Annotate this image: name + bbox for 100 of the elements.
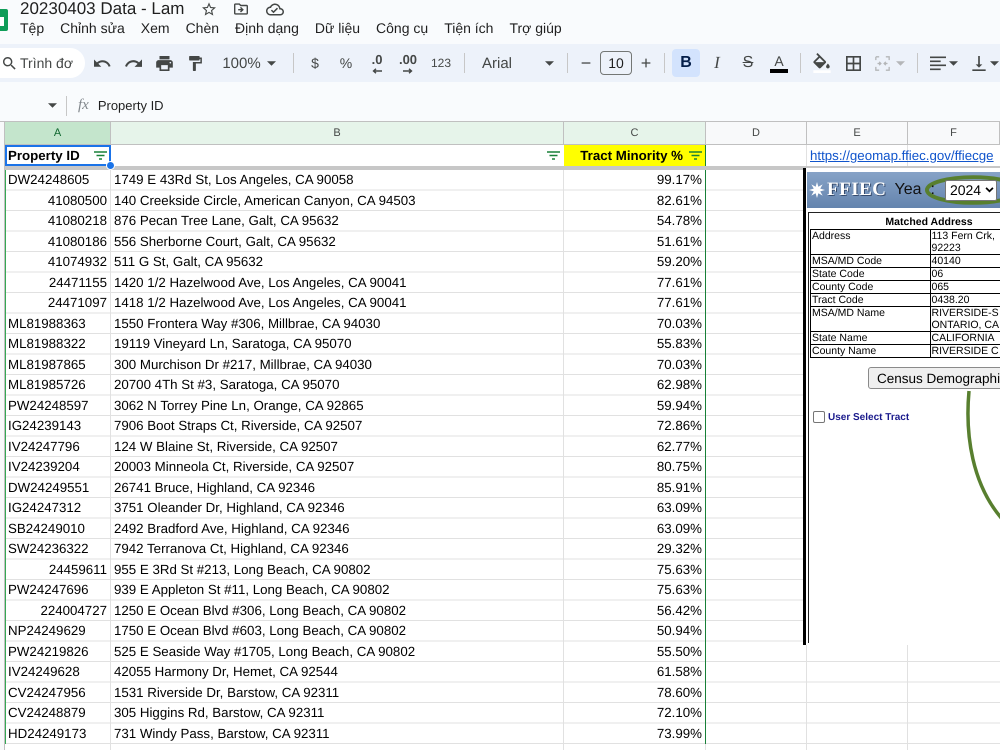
printer-icon[interactable] (156, 56, 172, 70)
caret-icon[interactable] (48, 103, 57, 108)
table-cell-text: 124 W Blaine St, Riverside, CA 92507 (113, 438, 339, 456)
right-arrow-icon[interactable] (403, 68, 413, 74)
ffiec-logo-text: FFIEC (827, 179, 886, 201)
currency-format-button[interactable]: $ (301, 49, 329, 77)
decrease-font-size-button[interactable]: − (575, 49, 597, 77)
header-cell[interactable]: Tract Minority % (564, 145, 706, 166)
table-cell-text: 305 Higgins Rd, Barstow, CA 92311 (113, 704, 326, 722)
document-title[interactable]: 20230403 Data - Lam (20, 0, 184, 18)
caret-icon[interactable] (266, 60, 276, 66)
align-bottom-icon[interactable] (971, 56, 987, 70)
menu-item[interactable]: Tiện ích (437, 18, 500, 38)
menu-item[interactable]: Chèn (178, 18, 226, 38)
star-icon[interactable] (202, 2, 216, 16)
more-formats-button[interactable]: 123 (425, 49, 457, 77)
menu-item[interactable]: Công cụ (369, 18, 436, 38)
table-cell: 24471097 (5, 293, 111, 314)
search-icon (3, 57, 16, 70)
fill-handle-icon[interactable] (106, 161, 115, 170)
zoom-dropdown[interactable]: 100% (212, 49, 286, 77)
menu-item[interactable]: Dữ liệu (308, 18, 368, 38)
menu-item[interactable]: Tệp (13, 18, 52, 38)
filter-icon[interactable] (689, 151, 702, 160)
increase-font-size-button[interactable]: + (635, 49, 657, 77)
table-cell: 77.61% (564, 272, 706, 293)
column-header[interactable]: D (706, 122, 807, 145)
table-cell: 75.63% (564, 580, 706, 600)
caret-icon[interactable] (949, 60, 958, 66)
left-arrow-icon[interactable] (372, 68, 382, 74)
table-cell-text: 1418 1/2 Hazelwood Ave, Los Angeles, CA 90041 (113, 294, 408, 312)
table-cell: 56.42% (564, 600, 706, 621)
formula-field[interactable]: Property ID (98, 94, 1000, 116)
year-select[interactable]: 2024 (944, 180, 997, 200)
increase-decimal-button[interactable]: .00 (394, 49, 422, 77)
field-value: 40140 (932, 255, 961, 267)
italic-button[interactable]: I (703, 49, 731, 77)
column-header[interactable]: F (908, 122, 1000, 145)
decrease-decimal-button[interactable]: .0 (363, 49, 391, 77)
font-dropdown[interactable]: Arial (472, 49, 560, 77)
table-cell: 78.60% (564, 682, 706, 703)
folder-arrow-icon[interactable] (234, 2, 248, 16)
paint-bucket-icon[interactable] (813, 53, 831, 73)
font-size-field[interactable]: 10 (600, 51, 632, 75)
table-cell: 29.32% (564, 539, 706, 560)
table-cell: 24459611 (5, 560, 111, 580)
strikethrough-button[interactable]: S (734, 49, 762, 77)
borders-grid-icon[interactable] (844, 56, 862, 70)
column-header[interactable]: A (5, 122, 111, 145)
table-cell: 80.75% (564, 457, 706, 478)
table-cell-text: 1250 E Ocean Blvd #306, Long Beach, CA 90802 (113, 602, 408, 620)
table-cell: 82.61% (564, 190, 706, 211)
table-cell: ML81987865 (5, 354, 111, 375)
bold-button[interactable]: B (672, 49, 700, 77)
menu-search-field[interactable]: Trình đơ (0, 48, 85, 78)
table-cell: 55.50% (564, 642, 706, 662)
cloud-check-icon[interactable] (266, 2, 284, 16)
sheets-logo-icon[interactable] (0, 9, 8, 31)
user-select-tract-label[interactable]: User Select Tract (828, 412, 910, 422)
menu-item[interactable]: Chỉnh sửa (53, 18, 132, 38)
year-colon: : (930, 181, 935, 199)
table-cell-text: 3751 Oleander Dr, Highland, CA 92346 (113, 499, 346, 517)
table-cell: 63.09% (564, 498, 706, 518)
field-label: MSA/MD Code (812, 255, 882, 267)
column-header[interactable]: B (111, 122, 564, 145)
checkbox[interactable] (813, 411, 825, 423)
caret-icon[interactable] (990, 60, 999, 66)
chevron-down-icon[interactable] (985, 187, 994, 193)
field-label: State Code (812, 268, 865, 280)
table-cell: ML81988363 (5, 314, 111, 334)
table-cell: IV24247796 (5, 436, 111, 457)
percent-format-button[interactable]: % (332, 49, 360, 77)
column-header[interactable]: C (564, 122, 706, 145)
table-cell-text: 731 Windy Pass, Barstow, CA 92311 (113, 724, 331, 743)
align-left-icon[interactable] (930, 56, 946, 70)
menu-item[interactable]: Xem (134, 18, 177, 38)
table-cell-text: 42055 Harmony Dr, Hemet, CA 92544 (113, 663, 339, 681)
menu-item[interactable]: Định dạng (228, 18, 306, 38)
table-cell: 41080500 (5, 190, 111, 211)
census-demographics-button[interactable]: Census Demographi (868, 367, 1000, 389)
field-label: MSA/MD Name (812, 307, 885, 319)
color-swatch-icon[interactable] (770, 68, 788, 72)
menu-item[interactable]: Trợ giúp (502, 18, 569, 38)
table-cell: 72.10% (564, 703, 706, 724)
column-header[interactable]: E (807, 122, 908, 145)
table-cell: IG24239143 (5, 416, 111, 436)
filter-icon[interactable] (547, 151, 560, 160)
table-cell: ML81985726 (5, 375, 111, 396)
table-cell: 72.86% (564, 416, 706, 436)
paint-roller-icon[interactable] (186, 56, 204, 70)
table-cell: 54.78% (564, 211, 706, 232)
filter-icon[interactable] (94, 151, 107, 160)
table-cell: 51.61% (564, 232, 706, 252)
url-link[interactable]: https://geomap.ffiec.gov/ffiecge (810, 148, 994, 163)
table-cell: 41080218 (5, 211, 111, 232)
caret-icon[interactable] (545, 60, 554, 66)
table-cell: DW24248605 (5, 170, 111, 190)
text-color-button[interactable]: A (765, 49, 793, 77)
table-cell: IV24249628 (5, 662, 111, 682)
field-label: Tract Code (812, 294, 864, 306)
